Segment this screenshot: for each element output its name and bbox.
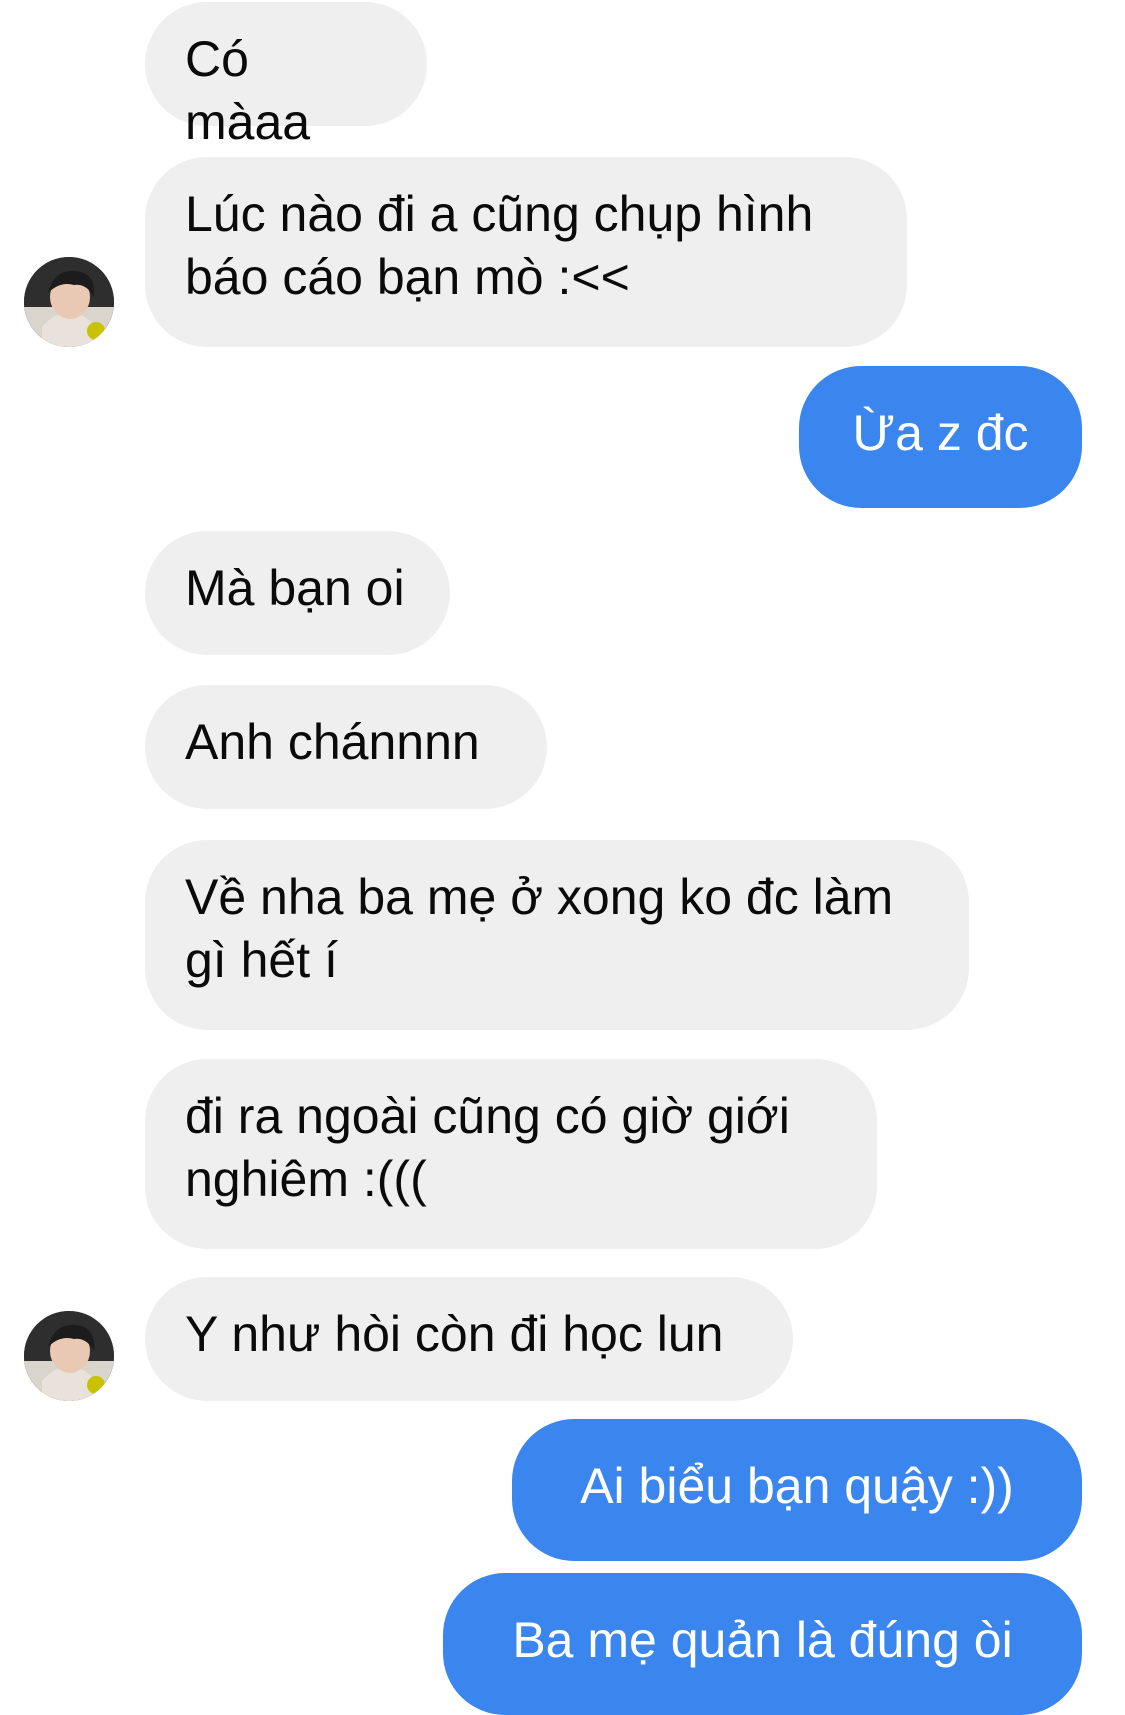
message-bubble-incoming[interactable]: Về nha ba mẹ ở xong ko đc làm gì hết í xyxy=(145,840,969,1030)
message-bubble-outgoing[interactable]: Ba mẹ quản là đúng òi xyxy=(443,1573,1082,1715)
avatar-photo-icon xyxy=(24,1311,114,1401)
message-bubble-incoming[interactable]: đi ra ngoài cũng có giờ giới nghiêm :((( xyxy=(145,1059,877,1249)
message-bubble-outgoing[interactable]: Ừa z đc xyxy=(799,366,1082,508)
message-bubble-incoming[interactable]: Có màaa xyxy=(145,2,427,150)
message-bubble-incoming[interactable]: Mà bạn oi xyxy=(145,531,450,655)
message-bubble-outgoing[interactable]: Ai biểu bạn quậy :)) xyxy=(512,1419,1082,1561)
message-bubble-incoming[interactable]: Lúc nào đi a cũng chụp hình báo cáo bạn … xyxy=(145,157,907,347)
avatar-photo-icon xyxy=(24,257,114,347)
message-bubble-incoming[interactable]: Y như hòi còn đi học lun xyxy=(145,1277,793,1401)
message-bubble-incoming[interactable]: Anh chánnnn xyxy=(145,685,547,809)
contact-avatar[interactable] xyxy=(24,257,114,347)
contact-avatar[interactable] xyxy=(24,1311,114,1401)
